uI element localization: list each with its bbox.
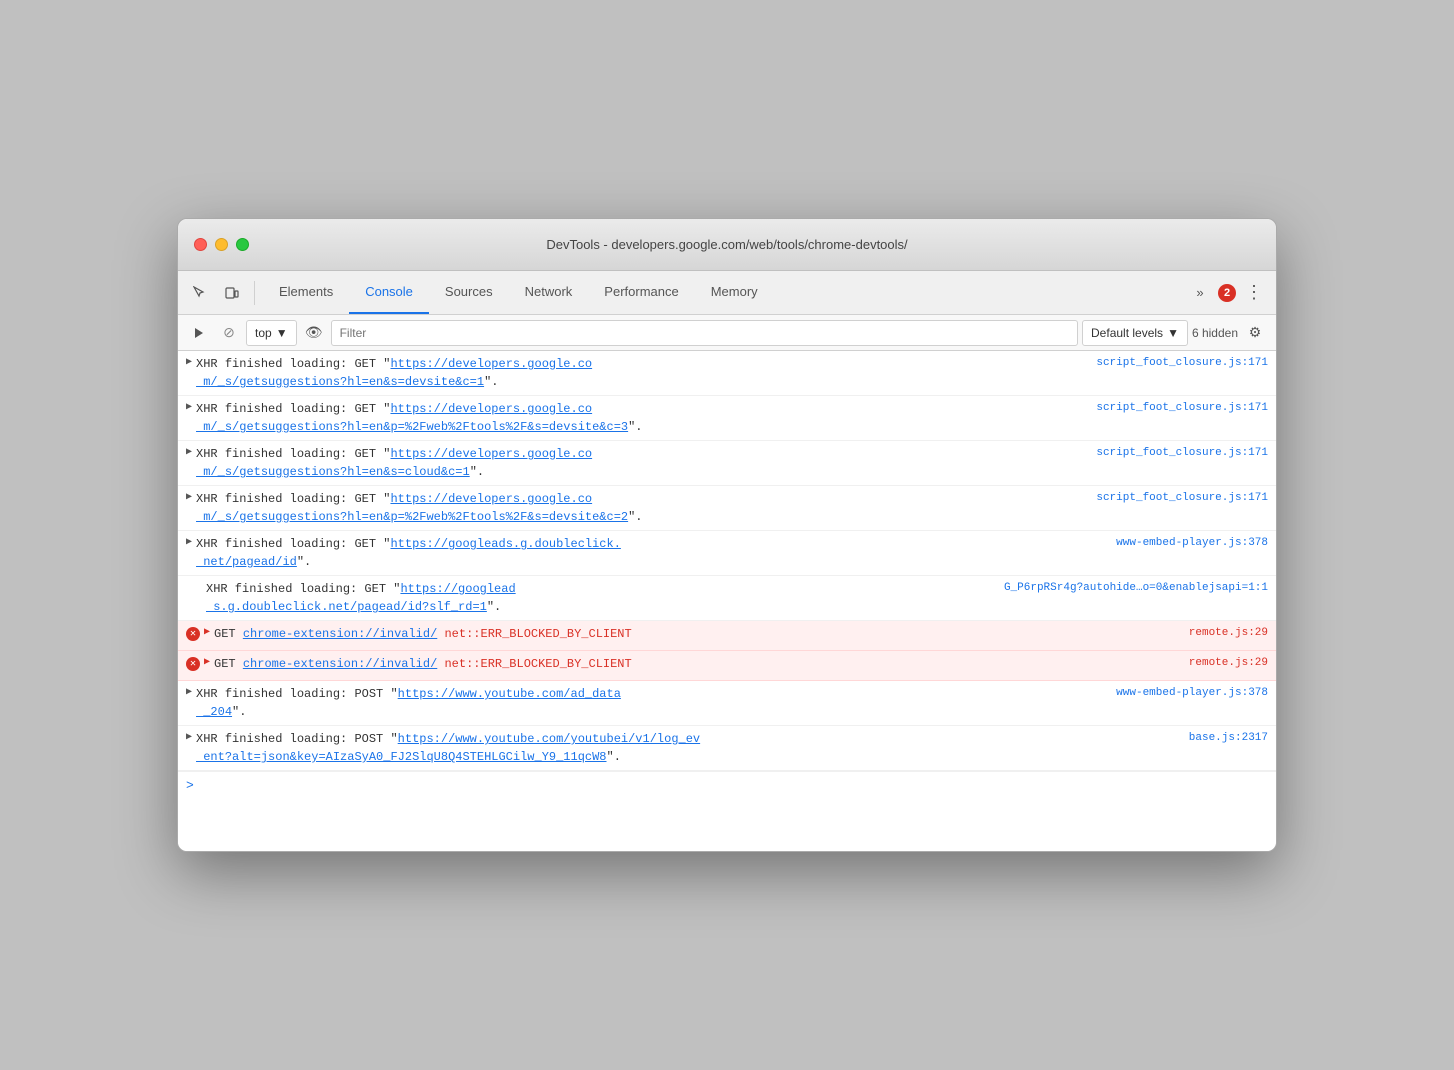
- log-entry: ▶ XHR finished loading: GET "https://dev…: [178, 486, 1276, 531]
- log-source[interactable]: G_P6rpRSr4g?autohide…o=0&enablejsapi=1:1: [1004, 582, 1268, 594]
- log-message: XHR finished loading: GET "https://devel…: [196, 400, 1088, 436]
- more-tabs-button[interactable]: »: [1186, 279, 1214, 307]
- minimize-button[interactable]: [215, 238, 228, 251]
- toolbar-separator: [254, 281, 255, 305]
- log-message: XHR finished loading: GET "https://devel…: [196, 445, 1088, 481]
- run-script-button[interactable]: [186, 320, 212, 346]
- log-message: XHR finished loading: GET "https://devel…: [196, 355, 1088, 391]
- traffic-lights: [194, 238, 249, 251]
- console-settings-button[interactable]: ⚙: [1242, 320, 1268, 346]
- log-source[interactable]: script_foot_closure.js:171: [1096, 447, 1268, 459]
- tab-sources[interactable]: Sources: [429, 271, 509, 314]
- clear-console-button[interactable]: ⊘: [216, 320, 242, 346]
- expand-icon[interactable]: ▶: [186, 731, 192, 743]
- tab-performance[interactable]: Performance: [588, 271, 694, 314]
- maximize-button[interactable]: [236, 238, 249, 251]
- console-output: ▶ XHR finished loading: GET "https://dev…: [178, 351, 1276, 851]
- filter-input[interactable]: [331, 320, 1078, 346]
- close-button[interactable]: [194, 238, 207, 251]
- console-toolbar: ⊘ top ▼ 👁 Default levels ▼ 6 hidden ⚙: [178, 315, 1276, 351]
- log-message: XHR finished loading: GET "https://googl…: [206, 580, 996, 616]
- error-badge: 2: [1218, 284, 1236, 302]
- expand-icon[interactable]: ▶: [186, 446, 192, 458]
- log-source[interactable]: script_foot_closure.js:171: [1096, 357, 1268, 369]
- log-entry-error: ✕ ▶ GET chrome-extension://invalid/ net:…: [178, 621, 1276, 651]
- log-entry: ▶ XHR finished loading: GET "https://dev…: [178, 351, 1276, 396]
- toolbar-right: » 2 ⋮: [1186, 279, 1268, 307]
- window-title: DevTools - developers.google.com/web/too…: [546, 237, 907, 252]
- log-source[interactable]: base.js:2317: [1189, 732, 1268, 744]
- tab-console[interactable]: Console: [349, 271, 429, 314]
- log-message: XHR finished loading: GET "https://devel…: [196, 490, 1088, 526]
- filter-by-eye-button[interactable]: 👁: [301, 320, 327, 346]
- log-entry-error: ✕ ▶ GET chrome-extension://invalid/ net:…: [178, 651, 1276, 681]
- customize-devtools-button[interactable]: ⋮: [1240, 279, 1268, 307]
- log-message: GET chrome-extension://invalid/ net::ERR…: [214, 655, 1181, 673]
- expand-icon[interactable]: ▶: [186, 356, 192, 368]
- log-source[interactable]: script_foot_closure.js:171: [1096, 402, 1268, 414]
- log-message: XHR finished loading: POST "https://www.…: [196, 730, 1181, 766]
- log-source[interactable]: script_foot_closure.js:171: [1096, 492, 1268, 504]
- device-toolbar-button[interactable]: [218, 279, 246, 307]
- inspector-tool-button[interactable]: [186, 279, 214, 307]
- devtools-window: DevTools - developers.google.com/web/too…: [177, 218, 1277, 852]
- log-entry: XHR finished loading: GET "https://googl…: [178, 576, 1276, 621]
- title-bar: DevTools - developers.google.com/web/too…: [178, 219, 1276, 271]
- error-icon: ✕: [186, 627, 200, 641]
- prompt-indicator[interactable]: >: [186, 778, 194, 793]
- console-prompt: >: [178, 771, 1276, 799]
- tab-bar: Elements Console Sources Network Perform…: [263, 271, 774, 314]
- log-entry: ▶ XHR finished loading: POST "https://ww…: [178, 726, 1276, 771]
- expand-icon[interactable]: ▶: [186, 536, 192, 548]
- expand-icon[interactable]: ▶: [186, 491, 192, 503]
- expand-icon[interactable]: ▶: [186, 686, 192, 698]
- log-source[interactable]: www-embed-player.js:378: [1116, 687, 1268, 699]
- error-icon: ✕: [186, 657, 200, 671]
- log-message: GET chrome-extension://invalid/ net::ERR…: [214, 625, 1181, 643]
- log-source[interactable]: remote.js:29: [1189, 657, 1268, 669]
- log-entry: ▶ XHR finished loading: GET "https://dev…: [178, 441, 1276, 486]
- log-message: XHR finished loading: POST "https://www.…: [196, 685, 1108, 721]
- tab-network[interactable]: Network: [509, 271, 589, 314]
- hidden-count: 6 hidden: [1192, 326, 1238, 340]
- expand-icon[interactable]: ▶: [204, 656, 210, 668]
- log-source[interactable]: remote.js:29: [1189, 627, 1268, 639]
- log-entry: ▶ XHR finished loading: GET "https://goo…: [178, 531, 1276, 576]
- main-toolbar: Elements Console Sources Network Perform…: [178, 271, 1276, 315]
- log-source[interactable]: www-embed-player.js:378: [1116, 537, 1268, 549]
- execution-context-select[interactable]: top ▼: [246, 320, 297, 346]
- tab-memory[interactable]: Memory: [695, 271, 774, 314]
- log-entry: ▶ XHR finished loading: POST "https://ww…: [178, 681, 1276, 726]
- log-levels-select[interactable]: Default levels ▼: [1082, 320, 1188, 346]
- tab-elements[interactable]: Elements: [263, 271, 349, 314]
- log-message: XHR finished loading: GET "https://googl…: [196, 535, 1108, 571]
- expand-icon[interactable]: ▶: [204, 626, 210, 638]
- expand-icon[interactable]: ▶: [186, 401, 192, 413]
- log-entry: ▶ XHR finished loading: GET "https://dev…: [178, 396, 1276, 441]
